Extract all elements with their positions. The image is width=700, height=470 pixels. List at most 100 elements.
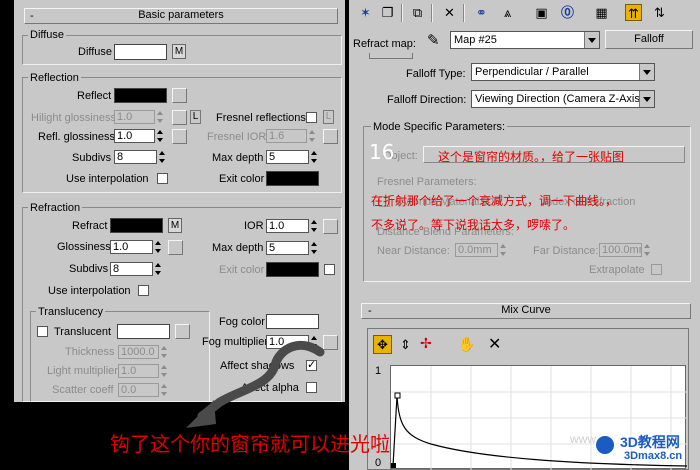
refraction-gloss-map-button[interactable] [168, 240, 183, 255]
reflection-subdivs-spinner[interactable]: 8 [114, 150, 166, 164]
refraction-glossiness-value[interactable]: 1.0 [110, 240, 153, 254]
fresnel-ior-spinner[interactable]: 1.6 [266, 129, 316, 143]
camera-icon[interactable]: ❐ [379, 4, 396, 21]
spinner-arrows[interactable] [309, 219, 318, 233]
fresnel-ior-map-button[interactable] [323, 129, 338, 144]
hilight-glossiness-spinner[interactable]: 1.0 [114, 110, 164, 124]
reflection-subdivs-value[interactable]: 8 [114, 150, 157, 164]
mode-specific-group-title: Mode Specific Parameters: [371, 121, 508, 133]
ior-value[interactable]: 1.0 [266, 219, 309, 233]
refraction-exit-color-swatch[interactable] [266, 262, 319, 277]
translucent-checkbox[interactable] [37, 326, 48, 337]
refraction-glossiness-spinner[interactable]: 1.0 [110, 240, 162, 254]
map-type-button[interactable]: Falloff [605, 30, 693, 49]
refl-gloss-map-button[interactable] [172, 129, 187, 144]
refract-color-swatch[interactable] [110, 218, 163, 233]
reflection-max-depth-value[interactable]: 5 [266, 150, 309, 164]
fresnel-ior-value[interactable]: 1.6 [266, 129, 307, 143]
pick-icon[interactable]: ✶ [357, 4, 374, 21]
spinner-arrows[interactable] [498, 243, 507, 257]
mix-curve-rollout-header[interactable]: - Mix Curve [361, 303, 691, 319]
nav-side-icon[interactable]: ⇅ [651, 4, 668, 21]
reflection-exit-color-swatch[interactable] [266, 171, 319, 186]
link-icon[interactable]: ⚭ [473, 4, 490, 21]
nav-up-icon[interactable]: ⇈ [625, 4, 642, 21]
diffuse-map-button[interactable]: M [172, 44, 186, 59]
curve-scale-icon[interactable]: ⇕ [400, 337, 411, 353]
spinner-arrows[interactable] [159, 345, 168, 359]
spinner-arrows[interactable] [309, 241, 318, 255]
reflect-map-button[interactable] [172, 88, 187, 103]
falloff-type-value: Perpendicular / Parallel [475, 66, 589, 78]
chevron-down-icon[interactable] [639, 91, 654, 107]
thickness-value[interactable]: 1000.0 [118, 345, 159, 359]
spinner-arrows[interactable] [159, 364, 168, 378]
refraction-subdivs-spinner[interactable]: 8 [110, 262, 162, 276]
eyedropper-icon[interactable]: ✎ [427, 31, 440, 49]
watermark-title: 3D教程网 [620, 434, 680, 450]
far-distance-value[interactable]: 100.0mm [599, 243, 642, 257]
annotation-line-2: 在折射那个给了一个衰减方式，调一下曲线。， [371, 194, 618, 208]
extrapolate-checkbox[interactable] [651, 264, 662, 275]
curve-add-point-icon[interactable]: ✢ [420, 335, 432, 352]
curve-delete-icon[interactable]: ✕ [488, 334, 501, 354]
ior-map-button[interactable] [323, 219, 338, 234]
translucent-color-swatch[interactable] [117, 324, 170, 339]
refraction-exit-color-checkbox[interactable] [324, 264, 335, 275]
hilight-map-button[interactable] [172, 110, 187, 125]
curve-move-tool[interactable]: ✥ [373, 335, 392, 354]
basic-parameters-rollout-header[interactable]: - Basic parameters [24, 8, 338, 24]
diffuse-color-swatch[interactable] [114, 44, 167, 60]
falloff-direction-dropdown[interactable]: Viewing Direction (Camera Z-Axis) [471, 90, 655, 108]
reflection-use-interpolation-label: Use interpolation [66, 173, 149, 185]
thickness-spinner[interactable]: 1000.0 [118, 345, 168, 359]
delete-icon[interactable]: ✕ [441, 4, 458, 21]
near-distance-value[interactable]: 0.0mm [455, 243, 498, 257]
spinner-arrows[interactable] [642, 243, 651, 257]
spinner-arrows[interactable] [153, 262, 162, 276]
refraction-max-depth-value[interactable]: 5 [266, 241, 309, 255]
checker-icon[interactable]: ▦ [593, 4, 610, 21]
curve-pan-icon[interactable]: ✋ [458, 336, 475, 353]
light-multiplier-spinner[interactable]: 1.0 [118, 364, 168, 378]
spinner-arrows[interactable] [153, 240, 162, 254]
refract-map-button[interactable]: M [168, 218, 182, 233]
refl-glossiness-value[interactable]: 1.0 [114, 129, 155, 143]
refraction-group-title: Refraction [28, 202, 83, 214]
hilight-lock-button[interactable]: L [190, 110, 201, 124]
spinner-arrows[interactable] [155, 129, 164, 143]
refraction-max-depth-spinner[interactable]: 5 [266, 241, 318, 255]
fresnel-lock-button[interactable]: L [323, 110, 334, 124]
reflect-color-swatch[interactable] [114, 88, 167, 103]
rollout-collapse-sign: - [30, 10, 34, 22]
save-icon[interactable]: ▣ [533, 4, 550, 21]
refraction-subdivs-value[interactable]: 8 [110, 262, 153, 276]
scatter-coeff-spinner[interactable]: 0.0 [118, 383, 168, 397]
falloff-type-label: Falloff Type: [406, 68, 466, 80]
refl-glossiness-spinner[interactable]: 1.0 [114, 129, 164, 143]
hilight-glossiness-value[interactable]: 1.0 [114, 110, 155, 124]
chevron-down-icon[interactable] [584, 32, 599, 48]
far-distance-spinner[interactable]: 100.0mm [599, 243, 651, 257]
curve-axis-bottom: 0 [375, 457, 382, 469]
spinner-arrows[interactable] [307, 129, 316, 143]
near-distance-spinner[interactable]: 0.0mm [455, 243, 507, 257]
copy-icon[interactable]: ⧉ [409, 4, 426, 21]
fog-color-swatch[interactable] [266, 314, 319, 329]
spinner-arrows[interactable] [309, 150, 318, 164]
falloff-type-dropdown[interactable]: Perpendicular / Parallel [471, 63, 655, 81]
scatter-coeff-value[interactable]: 0.0 [118, 383, 159, 397]
fresnel-reflections-checkbox[interactable] [306, 112, 317, 123]
ior-spinner[interactable]: 1.0 [266, 219, 318, 233]
refraction-use-interpolation-checkbox[interactable] [138, 285, 149, 296]
material-id-icon[interactable]: ⓪ [559, 4, 576, 21]
hierarchy-icon[interactable]: ⩓ [499, 4, 516, 21]
map-name-dropdown[interactable]: Map #25 [450, 31, 600, 49]
chevron-down-icon[interactable] [639, 64, 654, 80]
reflection-use-interpolation-checkbox[interactable] [157, 173, 168, 184]
light-multiplier-value[interactable]: 1.0 [118, 364, 159, 378]
spinner-arrows[interactable] [159, 383, 168, 397]
reflection-max-depth-spinner[interactable]: 5 [266, 150, 318, 164]
spinner-arrows[interactable] [157, 150, 166, 164]
spinner-arrows[interactable] [155, 110, 164, 124]
